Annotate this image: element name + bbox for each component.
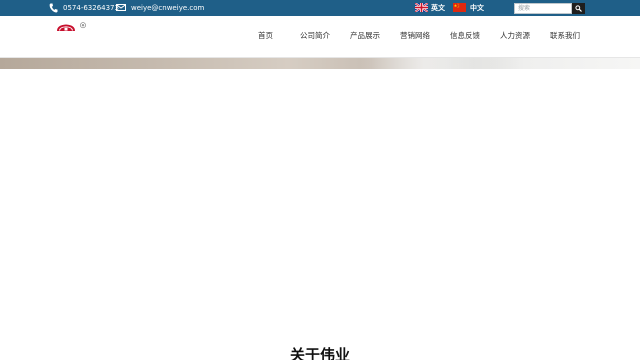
search-input[interactable] [514,3,572,14]
lang-chinese-link[interactable]: 中文 [470,3,484,13]
nav-home[interactable]: 首页 [258,31,273,41]
email-address[interactable]: weiye@cnweiye.com [131,3,204,13]
phone-icon [49,3,58,13]
nav-sales-network[interactable]: 营销网络 [400,31,430,41]
mail-icon [116,4,126,11]
search-button[interactable] [572,3,585,14]
lang-english-link[interactable]: 英文 [431,3,445,13]
about-section-title: 关于伟业 [289,346,350,360]
top-bar: 0574-63264373 weiye@cnweiye.com 英文 中文 [0,0,640,16]
nav-contact-us[interactable]: 联系我们 [550,31,580,41]
nav-company-profile[interactable]: 公司简介 [300,31,330,41]
nav-feedback[interactable]: 信息反馈 [450,31,480,41]
banner-image [0,58,640,69]
site-header: 首页 公司简介 产品展示 营销网络 信息反馈 人力资源 联系我们 [0,16,640,58]
nav-products[interactable]: 产品展示 [350,31,380,41]
banner-highlight [360,58,520,69]
uk-flag-icon[interactable] [415,3,428,12]
nav-human-resources[interactable]: 人力资源 [500,31,530,41]
phone-number: 0574-63264373 [63,4,119,12]
china-flag-icon[interactable] [453,3,466,12]
company-logo[interactable] [57,22,87,34]
search-icon [575,5,582,12]
